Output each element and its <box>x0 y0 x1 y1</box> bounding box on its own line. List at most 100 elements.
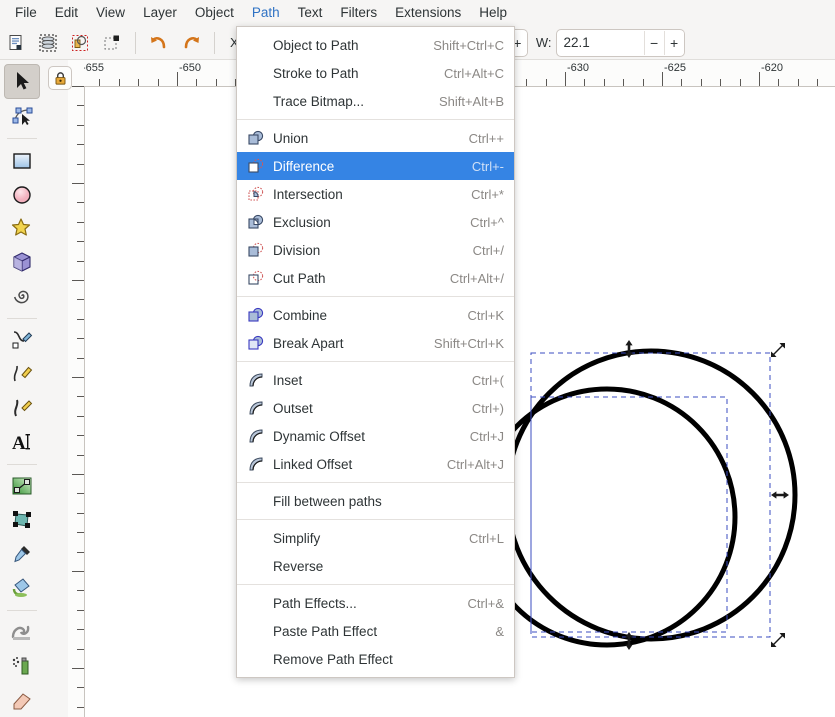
vruler-tick <box>77 164 84 165</box>
vruler-tick <box>77 241 84 242</box>
spray-tool[interactable] <box>5 649 39 682</box>
menu-path[interactable]: Path <box>243 1 289 26</box>
vruler-tick <box>77 299 84 300</box>
tweak-tool[interactable] <box>5 616 39 649</box>
node-editor-tool[interactable] <box>5 100 39 133</box>
ruler-minor-tick <box>119 79 120 86</box>
toolbox-separator-4 <box>7 610 37 611</box>
dropper-tool[interactable] <box>5 537 39 570</box>
text-tool[interactable]: A <box>5 425 39 458</box>
menu-object[interactable]: Object <box>186 1 243 26</box>
menu-separator <box>237 482 514 483</box>
exclusion-icon <box>245 212 267 232</box>
toolbar-separator <box>135 32 136 54</box>
vruler-tick <box>72 280 84 281</box>
menu-item-label: Stroke to Path <box>273 66 432 81</box>
mesh-gradient-tool[interactable] <box>5 504 39 537</box>
menu-item-no-icon <box>245 593 267 613</box>
select-all-icon[interactable] <box>1 29 31 57</box>
menu-item-trace-bitmap[interactable]: Trace Bitmap...Shift+Alt+B <box>237 87 514 115</box>
vertical-ruler[interactable] <box>68 86 85 717</box>
menu-file[interactable]: File <box>6 1 46 26</box>
vruler-tick <box>77 649 84 650</box>
menu-view[interactable]: View <box>87 1 134 26</box>
menu-item-remove-path-effect[interactable]: Remove Path Effect <box>237 645 514 673</box>
menu-item-fill-between-paths[interactable]: Fill between paths <box>237 487 514 515</box>
menu-separator <box>237 296 514 297</box>
menu-item-object-to-path[interactable]: Object to PathShift+Ctrl+C <box>237 31 514 59</box>
selector-tool[interactable] <box>4 64 40 99</box>
ruler-minor-tick <box>623 79 624 86</box>
menu-item-no-icon <box>245 649 267 669</box>
menu-item-label: Paste Path Effect <box>273 624 483 639</box>
undo-icon[interactable] <box>144 29 174 57</box>
menu-layer[interactable]: Layer <box>134 1 186 26</box>
menu-filters[interactable]: Filters <box>331 1 386 26</box>
toolbar-separator-2 <box>214 32 215 54</box>
gradient-tool[interactable] <box>5 470 39 503</box>
menu-item-reverse[interactable]: Reverse <box>237 552 514 580</box>
vruler-tick <box>77 396 84 397</box>
star-tool[interactable] <box>5 212 39 245</box>
menu-item-difference[interactable]: DifferenceCtrl+- <box>237 152 514 180</box>
menu-extensions[interactable]: Extensions <box>386 1 470 26</box>
menu-help[interactable]: Help <box>470 1 516 26</box>
pencil-tool[interactable] <box>5 324 39 357</box>
menu-item-simplify[interactable]: SimplifyCtrl+L <box>237 524 514 552</box>
menu-item-no-icon <box>245 621 267 641</box>
pen-tool[interactable] <box>5 358 39 391</box>
menu-item-union[interactable]: UnionCtrl++ <box>237 124 514 152</box>
menu-item-accelerator: Ctrl+( <box>472 373 504 388</box>
menu-item-exclusion[interactable]: ExclusionCtrl+^ <box>237 208 514 236</box>
menu-item-linked-offset[interactable]: Linked OffsetCtrl+Alt+J <box>237 450 514 478</box>
rectangle-tool[interactable] <box>5 144 39 177</box>
menu-item-accelerator: Ctrl+* <box>471 187 504 202</box>
invert-selection-icon[interactable] <box>97 29 127 57</box>
menu-item-cut-path[interactable]: Cut PathCtrl+Alt+/ <box>237 264 514 292</box>
w-field[interactable]: 22.1 − + <box>556 29 685 57</box>
menu-edit[interactable]: Edit <box>46 1 87 26</box>
circle-small[interactable] <box>479 389 735 645</box>
box3d-tool[interactable] <box>5 246 39 279</box>
menu-item-paste-path-effect[interactable]: Paste Path Effect& <box>237 617 514 645</box>
menu-text[interactable]: Text <box>289 1 332 26</box>
menu-separator <box>237 584 514 585</box>
menu-item-combine[interactable]: CombineCtrl+K <box>237 301 514 329</box>
inkscape-window: FileEditViewLayerObjectPathTextFiltersEx… <box>0 0 835 717</box>
menu-item-inset[interactable]: Inset Ctrl+( <box>237 366 514 394</box>
eraser-tool[interactable] <box>5 683 39 716</box>
select-all-in-layers-icon[interactable] <box>33 29 63 57</box>
paint-bucket-tool[interactable] <box>5 571 39 604</box>
cut-path-icon <box>245 268 267 288</box>
calligraphy-tool[interactable] <box>5 391 39 424</box>
menu-item-label: Inset <box>273 373 460 388</box>
vruler-tick <box>77 532 84 533</box>
w-decrement-button[interactable]: − <box>645 31 664 55</box>
svg-text:A: A <box>12 433 26 454</box>
menu-item-stroke-to-path[interactable]: Stroke to PathCtrl+Alt+C <box>237 59 514 87</box>
resize-handle-bottom-right[interactable] <box>771 633 785 647</box>
vruler-tick <box>77 513 84 514</box>
deselect-icon[interactable] <box>65 29 95 57</box>
menu-item-accelerator: Shift+Ctrl+C <box>433 38 504 53</box>
menu-item-label: Cut Path <box>273 271 438 286</box>
menu-item-break-apart[interactable]: Break ApartShift+Ctrl+K <box>237 329 514 357</box>
menu-item-path-effects[interactable]: Path Effects...Ctrl+& <box>237 589 514 617</box>
menu-item-label: Union <box>273 131 457 146</box>
ellipse-tool[interactable] <box>5 178 39 211</box>
resize-handle-right[interactable] <box>771 491 789 498</box>
redo-icon[interactable] <box>176 29 206 57</box>
lock-icon[interactable] <box>48 66 72 90</box>
w-field-value[interactable]: 22.1 <box>557 31 644 55</box>
spiral-tool[interactable] <box>5 279 39 312</box>
menu-item-division[interactable]: DivisionCtrl+/ <box>237 236 514 264</box>
menu-item-dynamic-offset[interactable]: Dynamic OffsetCtrl+J <box>237 422 514 450</box>
menu-item-intersection[interactable]: IntersectionCtrl+* <box>237 180 514 208</box>
w-increment-button[interactable]: + <box>665 31 684 55</box>
ruler-label: -650 <box>177 62 201 74</box>
resize-handle-top-right[interactable] <box>771 343 785 357</box>
vruler-tick <box>77 202 84 203</box>
menu-item-outset[interactable]: OutsetCtrl+) <box>237 394 514 422</box>
vruler-tick <box>77 416 84 417</box>
ruler-major-tick <box>565 72 566 86</box>
